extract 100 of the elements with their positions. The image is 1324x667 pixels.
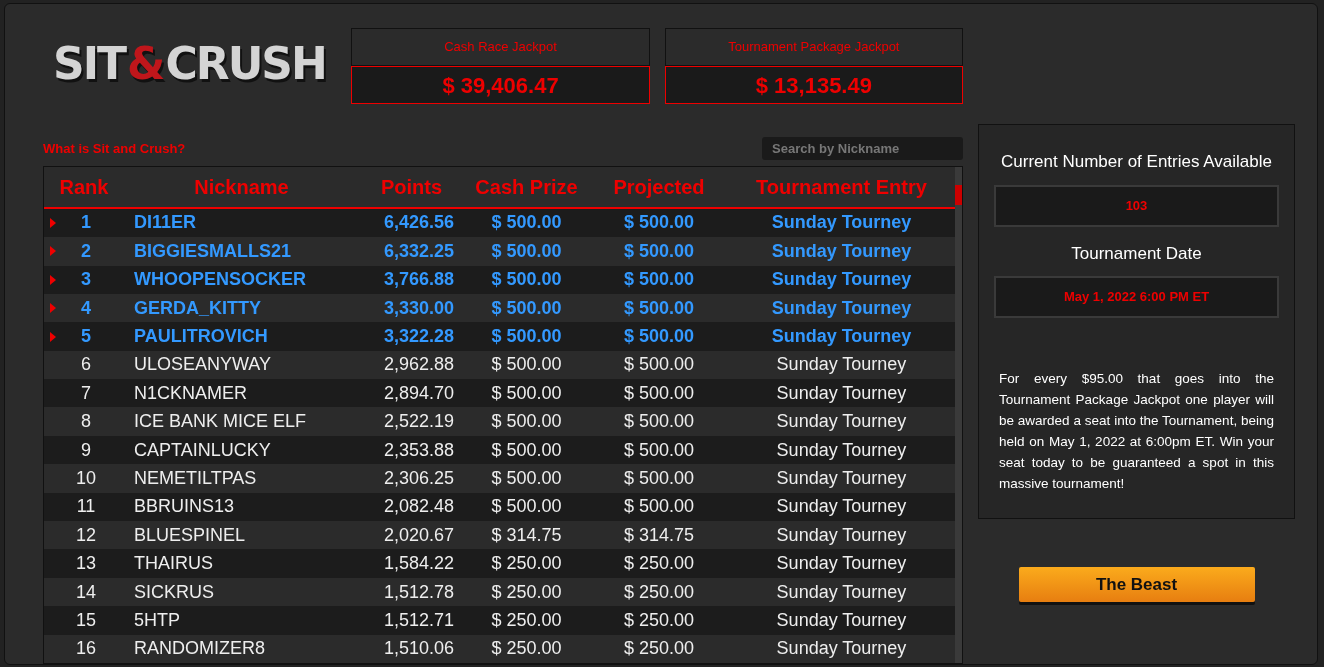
- table-cell: 2,020.67: [383, 524, 454, 545]
- table-cell: Sunday Tourney: [771, 326, 912, 346]
- scrollbar[interactable]: [955, 166, 962, 663]
- expand-arrow-icon[interactable]: [50, 274, 56, 285]
- table-cell: $ 314.75: [623, 524, 695, 545]
- table-cell: ULOSEANYWAY: [134, 354, 272, 375]
- table-cell: 1,512.78: [383, 581, 454, 602]
- table-cell: $ 500.00: [623, 439, 695, 460]
- table-cell: RANDOMIZER8: [134, 638, 265, 659]
- table-cell: 2,082.48: [383, 496, 454, 517]
- table-cell: $ 250.00: [491, 609, 562, 630]
- date-value: May 1, 2022 6:00 PM ET: [994, 276, 1279, 318]
- table-cell: 6,426.56: [383, 212, 454, 233]
- table-cell: $ 500.00: [623, 269, 695, 290]
- table-cell: $ 500.00: [623, 212, 695, 233]
- rank-cell-text: 10: [75, 466, 97, 490]
- column-header[interactable]: Nickname: [124, 171, 359, 202]
- table-cell: SICKRUS: [134, 581, 214, 602]
- column-header[interactable]: Projected: [589, 171, 729, 202]
- rank-cell-text: 6: [80, 353, 92, 377]
- table-cell: $ 500.00: [623, 382, 695, 403]
- rank-cell-text: 13: [75, 552, 97, 576]
- table-cell: $ 500.00: [491, 212, 562, 233]
- rank-cell-text: 11: [75, 495, 97, 519]
- table-cell: 1,510.06: [383, 638, 454, 659]
- column-header[interactable]: Rank: [44, 171, 124, 202]
- table-cell: 3,766.88: [383, 269, 454, 290]
- table-cell: N1CKNAMER: [134, 382, 248, 403]
- date-label: Tournament Date: [1071, 242, 1202, 265]
- jackpot-label: Tournament Package Jackpot: [664, 28, 963, 66]
- rank-cell-text: 2: [80, 239, 92, 263]
- table-cell: $ 250.00: [491, 638, 562, 659]
- the-beast-button[interactable]: The Beast: [1018, 567, 1255, 602]
- table-cell: Sunday Tourney: [771, 212, 912, 233]
- table-cell: $ 500.00: [491, 411, 562, 432]
- entries-label: Current Number of Entries Available: [1001, 151, 1272, 173]
- rank-cell-text: 15: [75, 608, 97, 632]
- table-cell: 2,522.19: [383, 411, 454, 432]
- jackpot-amount: $ 39,406.47: [351, 66, 650, 104]
- table-cell: 2,353.88: [383, 439, 454, 460]
- table-cell: Sunday Tourney: [771, 269, 912, 290]
- table-cell: Sunday Tourney: [776, 411, 907, 432]
- rank-cell-text: 16: [75, 637, 97, 661]
- table-cell: WHOOPENSOCKER: [134, 269, 306, 290]
- table-cell: Sunday Tourney: [776, 382, 907, 403]
- table-cell: $ 500.00: [623, 297, 695, 318]
- expand-arrow-icon[interactable]: [50, 217, 56, 228]
- table-cell: GERDA_KITTY: [134, 297, 261, 318]
- column-header[interactable]: Tournament Entry: [729, 171, 954, 202]
- table-cell: BLUESPINEL: [134, 524, 246, 545]
- table-cell: $ 250.00: [491, 553, 562, 574]
- search-field[interactable]: Search by Nickname: [762, 136, 963, 160]
- table-cell: Sunday Tourney: [771, 297, 912, 318]
- rank-cell-text: 4: [80, 296, 92, 320]
- table-cell: 2,306.25: [383, 467, 454, 488]
- description-text: For every $95.00 that goes into the Tournament Package Jackpot one player will be awarded a seat into the Tournament, being held on May 1, 2022 at 6:00pm ET. Win your seat today to be guaranteed a spot in this massive tournament!: [998, 370, 1275, 493]
- table-cell: $ 250.00: [623, 609, 695, 630]
- info-link[interactable]: What is Sit and Crush?: [43, 138, 186, 159]
- table-cell: 2,894.70: [383, 382, 454, 403]
- expand-arrow-icon[interactable]: [50, 246, 56, 257]
- rank-cell-text: 12: [75, 523, 97, 547]
- table-cell: $ 500.00: [623, 467, 695, 488]
- expand-arrow-icon[interactable]: [50, 303, 56, 314]
- table-cell: $ 500.00: [623, 354, 695, 375]
- rank-cell-text: 9: [80, 438, 92, 462]
- table-cell: 5HTP: [134, 609, 180, 630]
- table-cell: $ 250.00: [623, 581, 695, 602]
- expand-arrow-icon[interactable]: [50, 331, 56, 342]
- table-cell: 3,330.00: [383, 297, 454, 318]
- rank-cell-text: 7: [80, 381, 92, 405]
- table-cell: 1,584.22: [383, 553, 454, 574]
- table-cell: $ 500.00: [491, 269, 562, 290]
- table-cell: 6,332.25: [383, 240, 454, 261]
- table-cell: CAPTAINLUCKY: [134, 439, 271, 460]
- logo: SIT&CRUSH: [52, 37, 327, 91]
- table-cell: DI11ER: [134, 212, 197, 233]
- table-cell: Sunday Tourney: [776, 609, 907, 630]
- table-cell: Sunday Tourney: [771, 240, 912, 261]
- table-cell: $ 500.00: [623, 496, 695, 517]
- table-cell: $ 500.00: [491, 326, 562, 346]
- table-cell: $ 500.00: [491, 297, 562, 318]
- table-cell: 3,322.28: [383, 326, 454, 346]
- rank-cell-text: 5: [80, 325, 92, 348]
- table-cell: NEMETILTPAS: [134, 467, 257, 488]
- table-cell: Sunday Tourney: [776, 524, 907, 545]
- table-cell: BIGGIESMALLS21: [134, 240, 292, 261]
- table-cell: $ 500.00: [623, 240, 695, 261]
- table-cell: Sunday Tourney: [776, 354, 907, 375]
- rank-cell-text: 14: [75, 580, 97, 604]
- table-cell: BBRUINS13: [134, 496, 235, 517]
- table-cell: 1,512.71: [383, 609, 454, 630]
- table-cell: Sunday Tourney: [776, 496, 907, 517]
- table-cell: $ 500.00: [491, 496, 562, 517]
- table-cell: $ 500.00: [491, 354, 562, 375]
- table-cell: $ 314.75: [491, 524, 562, 545]
- table-cell: PAULITROVICH: [134, 326, 268, 346]
- column-header[interactable]: Points: [359, 171, 464, 202]
- table-cell: $ 250.00: [623, 638, 695, 659]
- column-header[interactable]: Cash Prize: [464, 171, 589, 202]
- table-cell: $ 500.00: [623, 411, 695, 432]
